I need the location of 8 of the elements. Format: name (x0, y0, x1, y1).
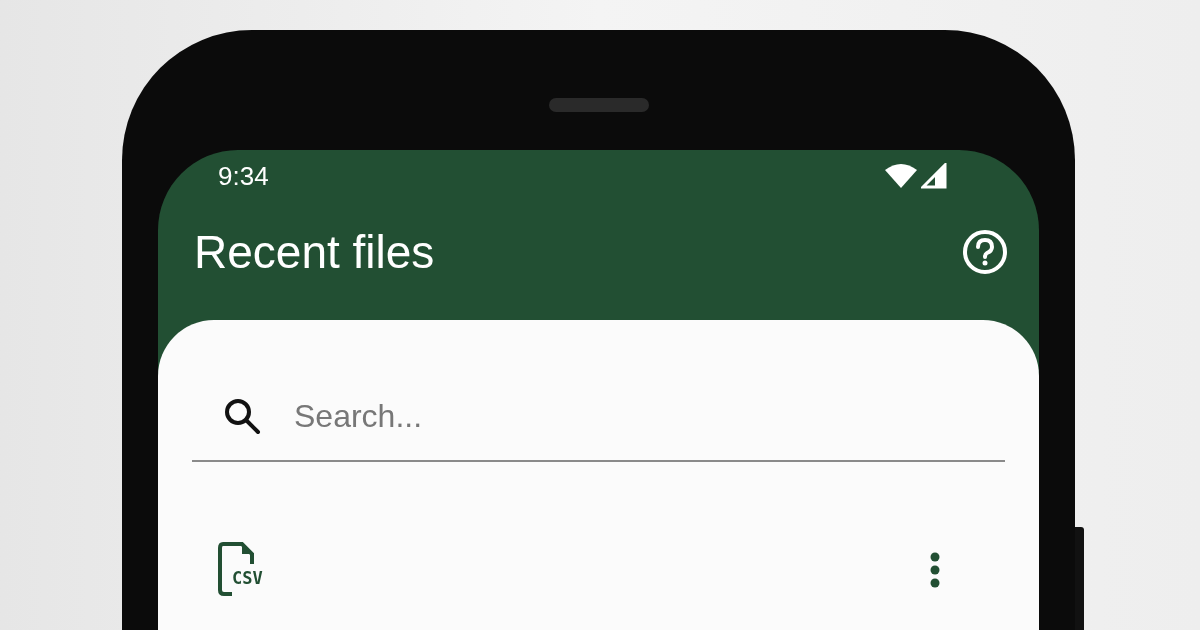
wifi-icon (885, 164, 917, 188)
search-field[interactable]: Search... (294, 392, 975, 440)
help-button[interactable] (961, 228, 1009, 276)
app-title: Recent files (194, 229, 435, 275)
search-icon (222, 396, 262, 436)
signal-icon (921, 163, 947, 189)
status-time: 9:34 (218, 159, 269, 193)
file-row[interactable]: CSV (192, 528, 1005, 612)
